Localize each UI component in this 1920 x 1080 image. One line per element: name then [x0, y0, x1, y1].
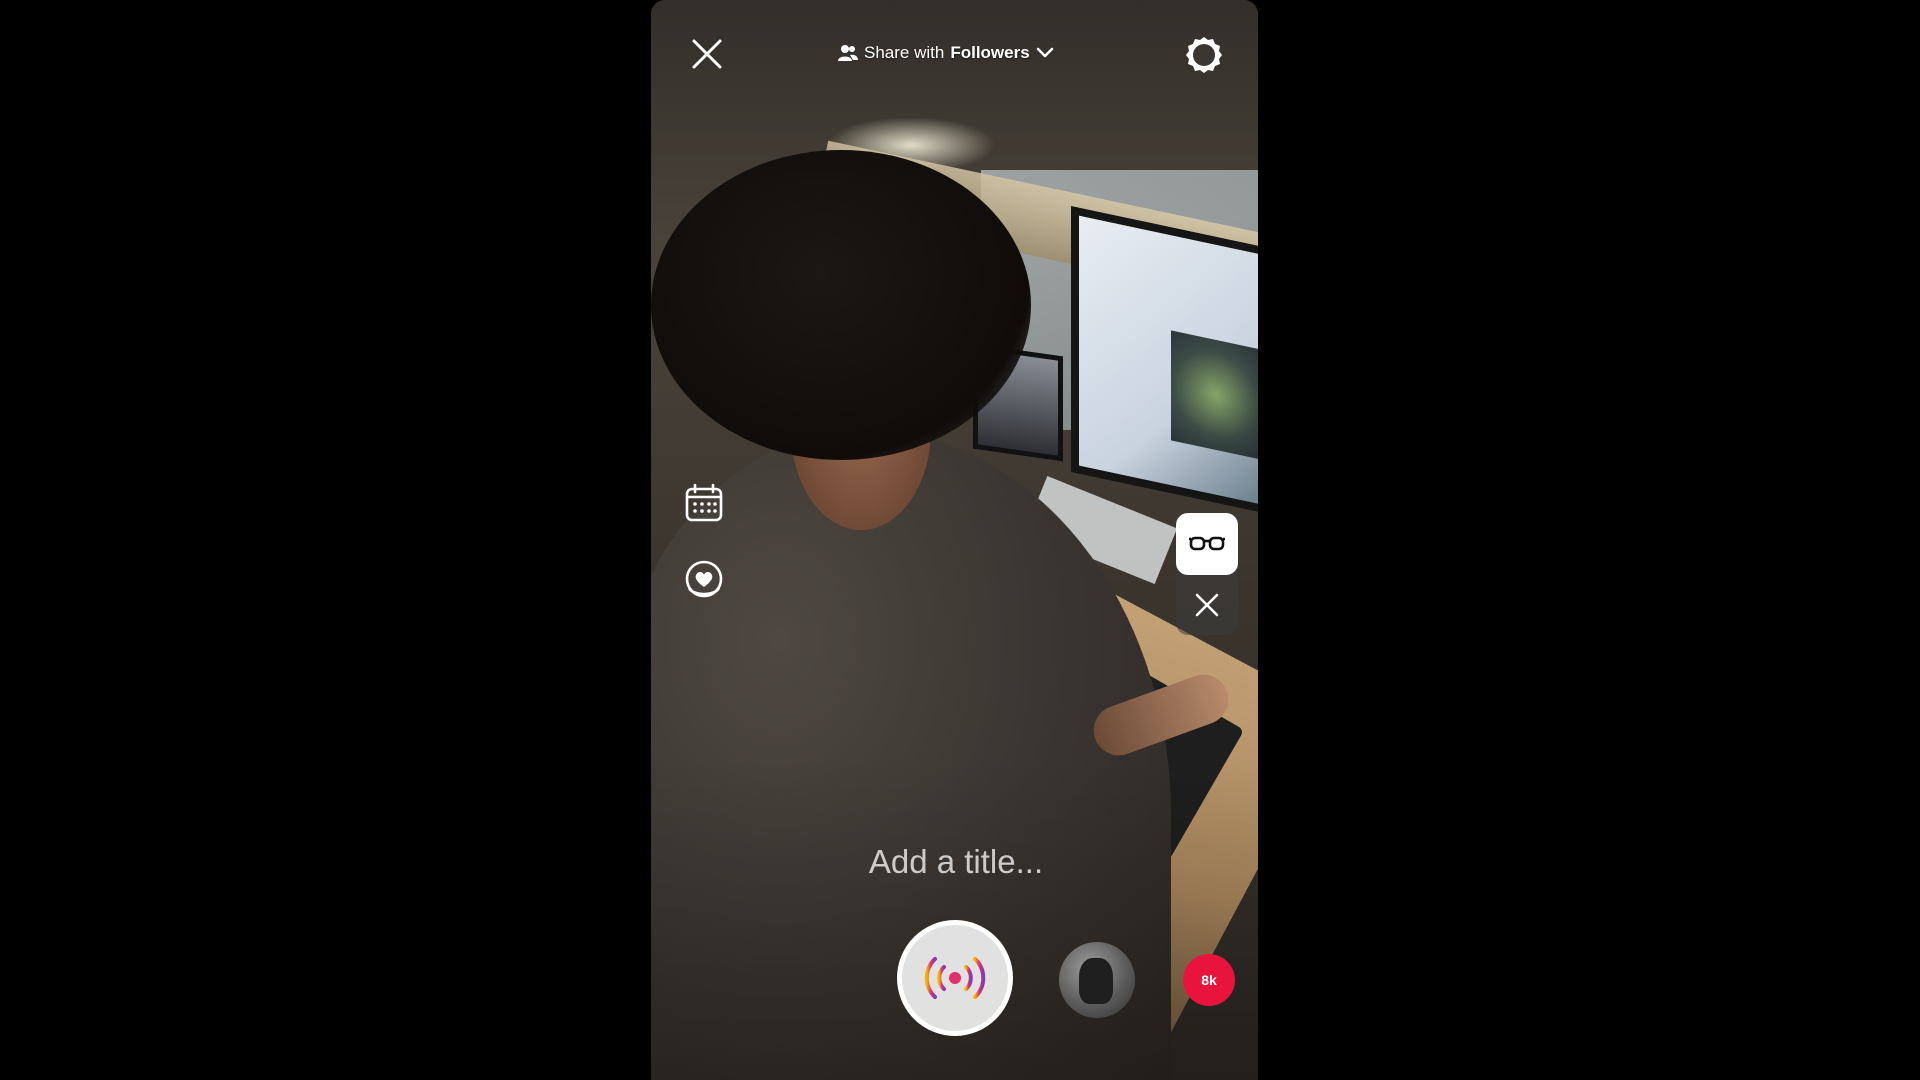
screen-background: Share with Followers Add a title... 8k	[0, 0, 1920, 1080]
live-broadcast-icon	[924, 957, 986, 999]
people-icon	[838, 45, 858, 61]
title-input[interactable]	[754, 836, 1158, 888]
live-camera-screen: Share with Followers Add a title... 8k	[651, 0, 1258, 1080]
fundraiser-button[interactable]	[683, 560, 725, 602]
feed-shade	[651, 0, 1258, 1080]
effect-glasses-button[interactable]	[1176, 513, 1238, 575]
avatar[interactable]	[1059, 942, 1135, 1018]
schedule-button[interactable]	[683, 482, 725, 524]
audience-selector[interactable]: Share with Followers	[838, 40, 1054, 66]
settings-icon	[1186, 37, 1222, 73]
go-live-button[interactable]	[897, 920, 1013, 1036]
glasses-icon	[1189, 536, 1225, 551]
close-button[interactable]	[689, 36, 725, 72]
close-icon	[1195, 593, 1219, 617]
camera-feed	[651, 0, 1258, 1080]
viewer-count: 8k	[1201, 972, 1217, 988]
effect-close-button[interactable]	[1176, 575, 1238, 635]
calendar-icon	[685, 483, 723, 522]
effect-panel	[1176, 513, 1238, 635]
viewer-count-badge[interactable]: 8k	[1183, 954, 1235, 1006]
settings-button[interactable]	[1183, 34, 1225, 76]
heart-badge-icon	[685, 560, 723, 598]
share-audience-label: Followers	[950, 43, 1030, 62]
close-icon	[692, 39, 722, 69]
share-prefix-label: Share with	[864, 43, 945, 62]
avatar-figure	[1079, 958, 1113, 1004]
chevron-down-icon	[1036, 47, 1053, 58]
